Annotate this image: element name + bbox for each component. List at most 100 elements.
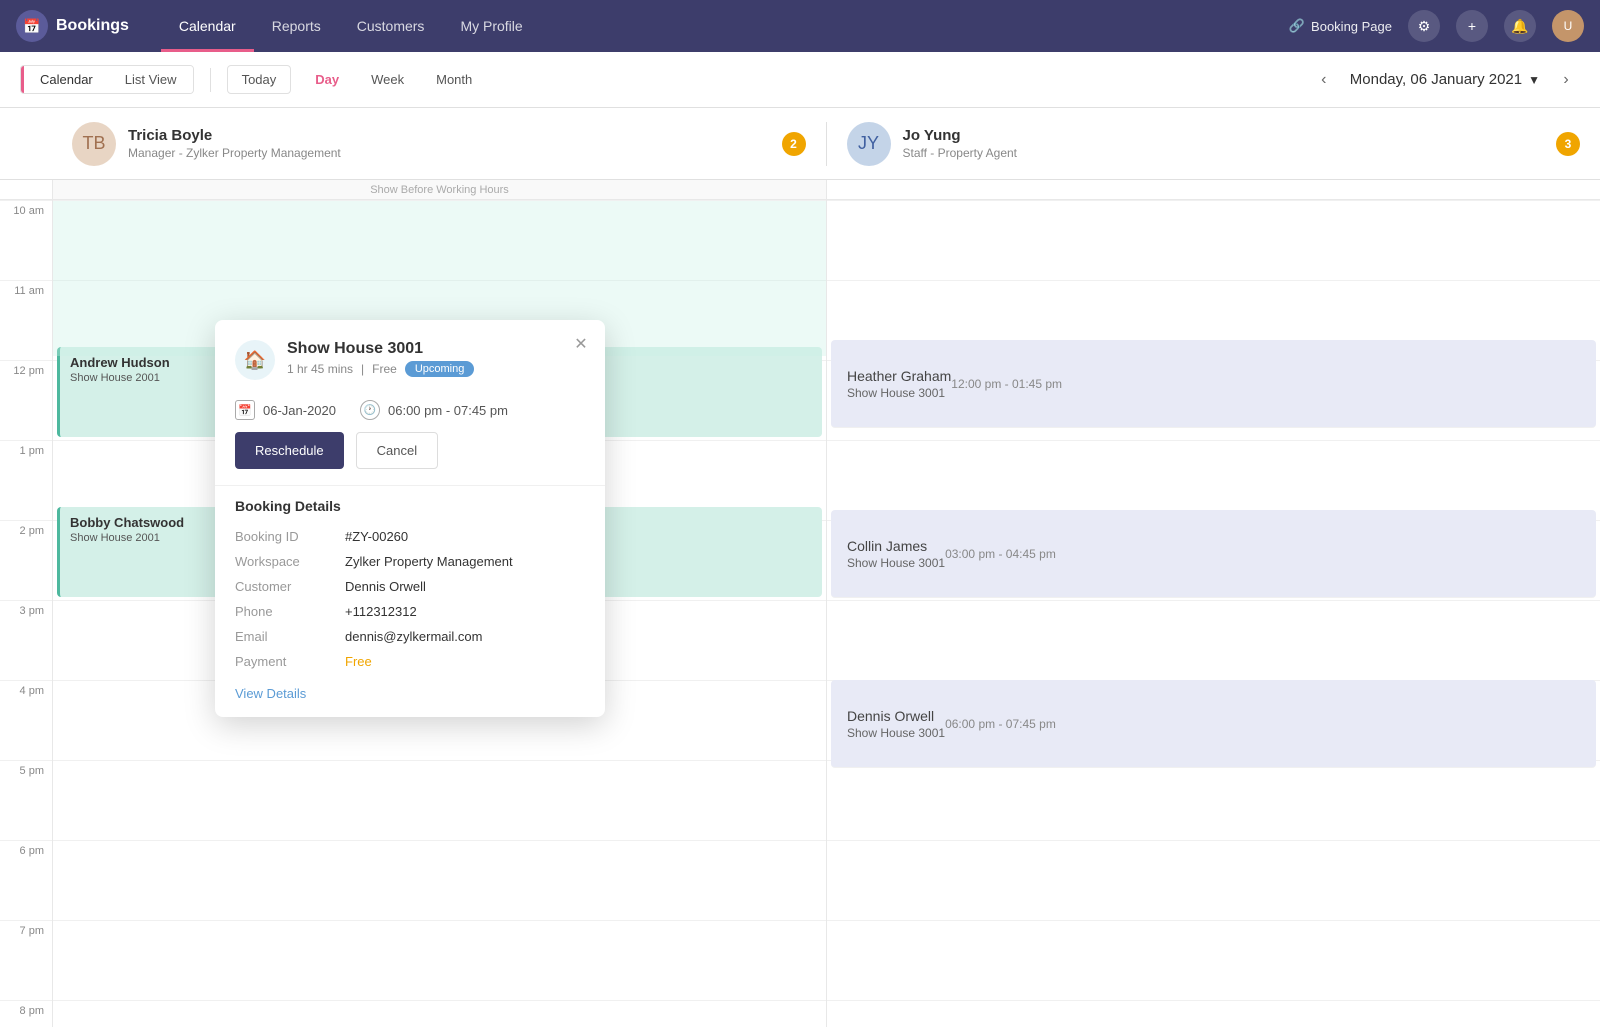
nav-right: 🔗 Booking Page ⚙ + 🔔 U — [1289, 10, 1584, 42]
notifications-button[interactable]: 🔔 — [1504, 10, 1536, 42]
appointment-dennis[interactable]: Dennis Orwell Show House 3001 06:00 pm -… — [831, 680, 1596, 768]
detail-booking-id: Booking ID #ZY-00260 — [215, 524, 605, 549]
tricia-name: Tricia Boyle — [128, 127, 770, 144]
booking-id-label: Booking ID — [235, 529, 345, 544]
popup-header: 🏠 Show House 3001 1 hr 45 mins | Free Up… — [215, 320, 605, 392]
date-nav: ‹ Monday, 06 January 2021 ▼ › — [1310, 66, 1580, 94]
calendar-icon: 📅 — [235, 400, 255, 420]
view-details-link[interactable]: View Details — [215, 674, 605, 717]
detail-payment: Payment Free — [215, 649, 605, 674]
link-icon: 🔗 — [1289, 18, 1305, 34]
dennis-name: Dennis Orwell — [847, 708, 945, 724]
current-date: Monday, 06 January 2021 ▼ — [1350, 71, 1540, 88]
reschedule-button[interactable]: Reschedule — [235, 432, 344, 469]
upcoming-badge: Upcoming — [405, 361, 475, 377]
tricia-avatar: TB — [72, 122, 116, 166]
time-slot: 5 pm — [0, 760, 52, 840]
popup-close-button[interactable]: ✕ — [569, 332, 593, 356]
time-slot: 11 am — [0, 280, 52, 360]
today-button[interactable]: Today — [227, 65, 292, 94]
jo-info: Jo Yung Staff - Property Agent — [903, 127, 1545, 160]
booking-page-button[interactable]: 🔗 Booking Page — [1289, 18, 1392, 34]
popup-time: 06:00 pm - 07:45 pm — [388, 403, 508, 418]
time-slot: 7 pm — [0, 920, 52, 1000]
settings-button[interactable]: ⚙ — [1408, 10, 1440, 42]
payment-label: Payment — [235, 654, 345, 669]
customer-label: Customer — [235, 579, 345, 594]
tab-listview[interactable]: List View — [109, 66, 193, 93]
show-before-working-hours[interactable]: Show Before Working Hours — [53, 180, 826, 200]
popup-price: Free — [372, 362, 397, 376]
workspace-label: Workspace — [235, 554, 345, 569]
app-logo[interactable]: 📅 Bookings — [16, 10, 129, 42]
toolbar: Calendar List View Today Day Week Month … — [0, 52, 1600, 108]
meta-separator: | — [361, 362, 364, 376]
popup-actions: Reschedule Cancel — [215, 432, 605, 485]
staff-header: TB Tricia Boyle Manager - Zylker Propert… — [0, 108, 1600, 180]
detail-phone: Phone +112312312 — [215, 599, 605, 624]
popup-service-name: Show House 3001 — [287, 340, 474, 358]
dennis-time: 06:00 pm - 07:45 pm — [945, 717, 1056, 731]
nav-customers[interactable]: Customers — [339, 0, 443, 52]
jo-badge: 3 — [1556, 132, 1580, 156]
jo-name: Jo Yung — [903, 127, 1545, 144]
nav-links: Calendar Reports Customers My Profile — [161, 0, 1289, 52]
nav-calendar[interactable]: Calendar — [161, 0, 254, 52]
popup-date-item: 📅 06-Jan-2020 — [235, 400, 336, 420]
booking-id-value: #ZY-00260 — [345, 529, 408, 544]
nav-profile[interactable]: My Profile — [442, 0, 540, 52]
popup-date-row: 📅 06-Jan-2020 🕐 06:00 pm - 07:45 pm — [215, 392, 605, 432]
time-slot: 2 pm — [0, 520, 52, 600]
top-nav: 📅 Bookings Calendar Reports Customers My… — [0, 0, 1600, 52]
tab-calendar[interactable]: Calendar — [21, 66, 109, 93]
add-button[interactable]: + — [1456, 10, 1488, 42]
day-button[interactable]: Day — [307, 68, 347, 91]
chevron-down-icon[interactable]: ▼ — [1528, 73, 1540, 87]
popup-meta: 1 hr 45 mins | Free Upcoming — [287, 361, 474, 377]
heather-time: 12:00 pm - 01:45 pm — [951, 377, 1062, 391]
prev-date-button[interactable]: ‹ — [1310, 66, 1338, 94]
detail-email: Email dennis@zylkermail.com — [215, 624, 605, 649]
appointment-heather[interactable]: Heather Graham Show House 3001 12:00 pm … — [831, 340, 1596, 428]
nav-reports[interactable]: Reports — [254, 0, 339, 52]
service-icon: 🏠 — [235, 340, 275, 380]
customer-value: Dennis Orwell — [345, 579, 426, 594]
appointment-collin[interactable]: Collin James Show House 3001 03:00 pm - … — [831, 510, 1596, 598]
time-slot: 10 am — [0, 200, 52, 280]
booking-popup: 🏠 Show House 3001 1 hr 45 mins | Free Up… — [215, 320, 605, 717]
phone-value: +112312312 — [345, 604, 417, 619]
jo-avatar: JY — [847, 122, 891, 166]
day-nav: Today Day Week Month — [227, 65, 481, 94]
time-column: 10 am 11 am 12 pm 1 pm 2 pm 3 pm 4 pm 5 … — [0, 180, 52, 1027]
payment-value: Free — [345, 654, 372, 669]
time-slot: 6 pm — [0, 840, 52, 920]
collin-time: 03:00 pm - 04:45 pm — [945, 547, 1056, 561]
tricia-role: Manager - Zylker Property Management — [128, 146, 770, 160]
user-avatar[interactable]: U — [1552, 10, 1584, 42]
detail-customer: Customer Dennis Orwell — [215, 574, 605, 599]
time-slot: 1 pm — [0, 440, 52, 520]
email-label: Email — [235, 629, 345, 644]
collin-name: Collin James — [847, 538, 945, 554]
booking-page-label: Booking Page — [1311, 19, 1392, 34]
next-date-button[interactable]: › — [1552, 66, 1580, 94]
month-button[interactable]: Month — [428, 68, 480, 91]
app-name: Bookings — [56, 17, 129, 35]
workspace-value: Zylker Property Management — [345, 554, 513, 569]
tricia-badge: 2 — [782, 132, 806, 156]
logo-icon: 📅 — [16, 10, 48, 42]
heather-name: Heather Graham — [847, 368, 951, 384]
booking-details-title: Booking Details — [215, 498, 605, 524]
detail-workspace: Workspace Zylker Property Management — [215, 549, 605, 574]
dennis-service: Show House 3001 — [847, 726, 945, 740]
tricia-info: Tricia Boyle Manager - Zylker Property M… — [128, 127, 770, 160]
email-value: dennis@zylkermail.com — [345, 629, 482, 644]
week-button[interactable]: Week — [363, 68, 412, 91]
staff-col-tricia: TB Tricia Boyle Manager - Zylker Propert… — [52, 122, 826, 166]
collin-service: Show House 3001 — [847, 556, 945, 570]
time-slot: 3 pm — [0, 600, 52, 680]
time-slot: 12 pm — [0, 360, 52, 440]
jo-calendar-col: Heather Graham Show House 3001 12:00 pm … — [826, 180, 1600, 1027]
cancel-button[interactable]: Cancel — [356, 432, 438, 469]
popup-divider — [215, 485, 605, 486]
